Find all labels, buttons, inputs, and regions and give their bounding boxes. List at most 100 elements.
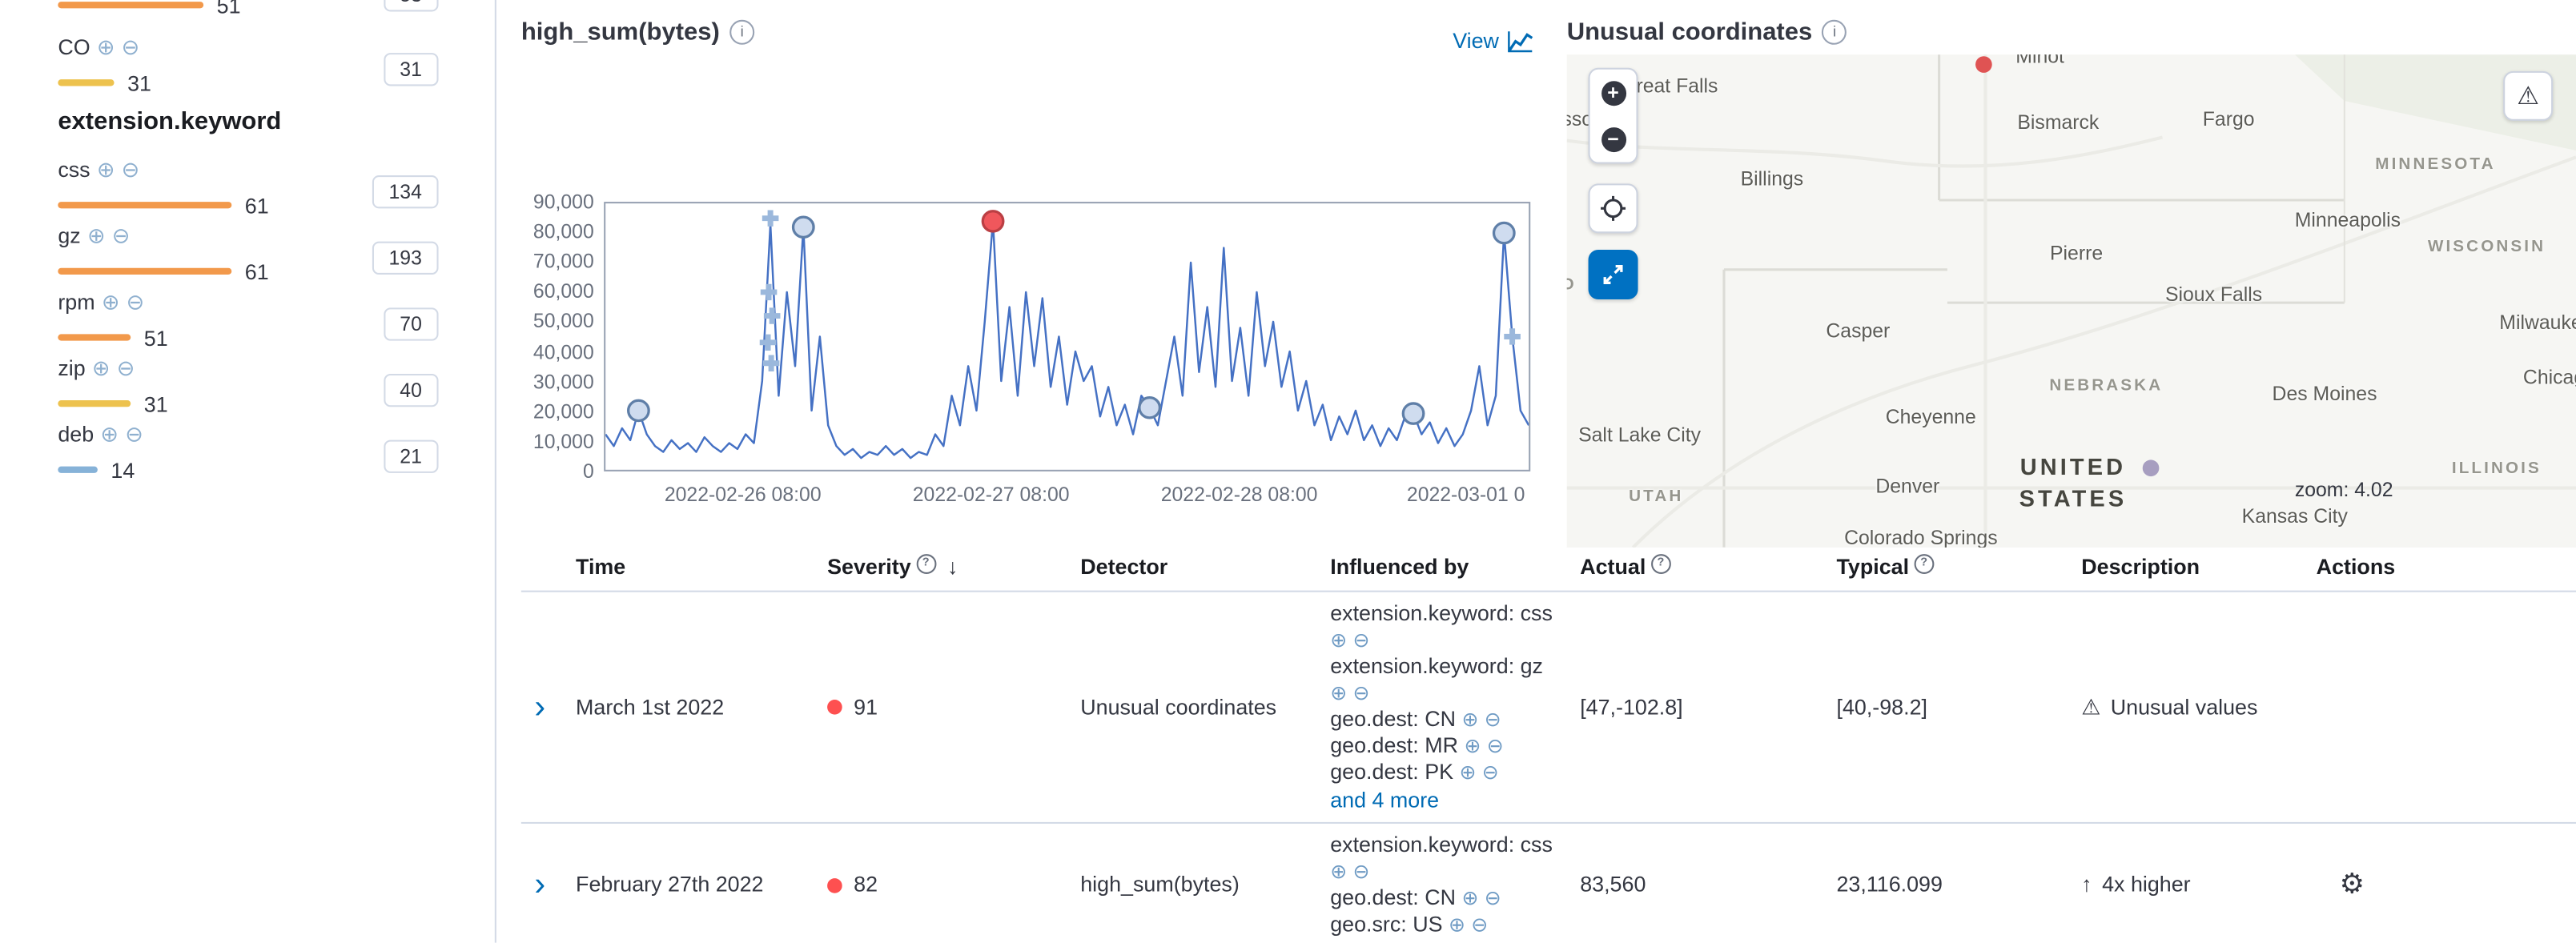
anomaly-timeseries-plot — [604, 202, 1530, 471]
add-filter-icon[interactable]: ⊕ — [1460, 760, 1477, 784]
influencer-row: deb⊕⊖1421 — [58, 420, 438, 481]
remove-filter-icon[interactable]: ⊖ — [1487, 734, 1504, 757]
doc-count-badge: 193 — [372, 242, 439, 275]
y-axis-label: 60,000 — [521, 280, 594, 303]
remove-filter-icon[interactable]: ⊖ — [127, 291, 145, 312]
multi-bucket-anomaly-marker — [1504, 328, 1521, 344]
actions-gear-button[interactable]: ⚙ — [2317, 868, 2365, 899]
warning-icon: ⚠ — [2081, 694, 2100, 720]
influencer-label: css — [58, 156, 90, 181]
map-label: Casper — [1826, 319, 1890, 343]
plus-in-circle-icon: + — [1601, 80, 1626, 105]
column-header-actual: Actual? — [1580, 554, 1836, 580]
influencer-label-row: rpm⊕⊖ — [58, 288, 438, 315]
influencer-text: geo.dest: CN — [1330, 706, 1461, 731]
remove-filter-icon[interactable]: ⊖ — [1353, 681, 1370, 704]
chart-title: high_sum(bytes) — [521, 18, 720, 46]
map-label: Bismarck — [2017, 110, 2099, 134]
influencer-score-bar — [58, 79, 114, 86]
description-cell: ⚠Unusual values — [2081, 694, 2316, 720]
add-filter-icon[interactable]: ⊕ — [1449, 913, 1465, 937]
doc-count-badge: 53 — [384, 0, 439, 11]
influencer-field-heading: extension.keyword — [58, 107, 438, 135]
doc-count-badge: 21 — [384, 440, 439, 473]
anomaly-explorer-page: 5153CO⊕⊖3131 extension.keyword css⊕⊖6113… — [0, 0, 2576, 943]
view-link[interactable]: View — [1453, 28, 1533, 53]
column-header-label: Description — [2081, 554, 2200, 580]
x-axis-label: 2022-02-26 08:00 — [665, 483, 822, 506]
info-icon[interactable]: i — [1822, 20, 1847, 45]
remove-filter-icon[interactable]: ⊖ — [122, 158, 140, 179]
column-header-label: Detector — [1080, 554, 1167, 580]
map-label: Des Moines — [2273, 382, 2377, 405]
remove-filter-icon[interactable]: ⊖ — [1485, 886, 1501, 909]
column-header-actions: Actions — [2317, 554, 2576, 580]
remove-filter-icon[interactable]: ⊖ — [1471, 913, 1488, 937]
map-label: Sioux Falls — [2165, 283, 2262, 306]
influencer-text: geo.dest: MR — [1330, 732, 1464, 757]
set-view-button[interactable] — [1589, 183, 1638, 233]
influencer-text: geo.src: US — [1330, 911, 1449, 936]
zoom-in-button[interactable]: + — [1590, 70, 1637, 116]
doc-count-badge: 70 — [384, 307, 439, 340]
add-filter-icon[interactable]: ⊕ — [1330, 628, 1347, 652]
help-icon[interactable]: ? — [916, 554, 936, 574]
influencer-score: 61 — [245, 259, 269, 283]
add-filter-icon[interactable]: ⊕ — [100, 423, 119, 444]
map-label: Cheyenne — [1886, 405, 1976, 428]
add-filter-icon[interactable]: ⊕ — [1330, 681, 1347, 704]
crosshair-icon — [1600, 195, 1626, 222]
table-row: ›February 27th 202282high_sum(bytes)exte… — [521, 824, 2576, 943]
map-warning-button[interactable]: ⚠ — [2503, 71, 2553, 121]
arrow-up-icon: ↑ — [2081, 872, 2092, 898]
influencer-label: CO — [58, 34, 90, 58]
remove-filter-icon[interactable]: ⊖ — [1485, 708, 1501, 731]
influencer-label: zip — [58, 355, 85, 379]
zoom-out-button[interactable]: − — [1590, 116, 1637, 163]
remove-filter-icon[interactable]: ⊖ — [1353, 628, 1370, 652]
add-filter-icon[interactable]: ⊕ — [1330, 860, 1347, 883]
remove-filter-icon[interactable]: ⊖ — [125, 423, 143, 444]
influencer-label: deb — [58, 421, 94, 446]
remove-filter-icon[interactable]: ⊖ — [122, 35, 140, 57]
help-icon[interactable]: ? — [1651, 554, 1671, 574]
add-filter-icon[interactable]: ⊕ — [97, 158, 115, 179]
expand-row-button[interactable]: › — [521, 696, 576, 719]
add-filter-icon[interactable]: ⊕ — [1464, 734, 1481, 757]
influencer-text: extension.keyword: gz — [1330, 653, 1543, 678]
info-icon[interactable]: i — [729, 20, 754, 45]
add-filter-icon[interactable]: ⊕ — [1461, 886, 1478, 909]
influencer-score-bar — [58, 202, 231, 208]
detector-cell: Unusual coordinates — [1080, 694, 1330, 720]
remove-filter-icon[interactable]: ⊖ — [1482, 760, 1499, 784]
influencer-filter: geo.dest: MR ⊕ ⊖ — [1330, 732, 1560, 759]
country-label: UNITED STATES — [2019, 451, 2128, 514]
column-header-influenced-by: Influenced by — [1330, 554, 1580, 580]
add-filter-icon[interactable]: ⊕ — [102, 291, 120, 312]
add-filter-icon[interactable]: ⊕ — [87, 224, 106, 246]
fit-to-data-button[interactable] — [1589, 250, 1638, 299]
influencer-row: zip⊕⊖3140 — [58, 354, 438, 415]
influencer-score-bar — [58, 334, 131, 340]
map-canvas[interactable]: MinotMissoulaGreat FallsBismarckFargoMIN… — [1567, 54, 2576, 548]
map-label: Denver — [1875, 475, 1939, 498]
expand-row-button[interactable]: › — [521, 873, 576, 897]
y-axis: 90,00080,00070,00060,00050,00040,00030,0… — [521, 202, 594, 471]
influencer-score-row: 31 — [58, 392, 438, 415]
column-header-severity[interactable]: Severity?↓ — [827, 554, 1080, 580]
help-icon[interactable]: ? — [1914, 554, 1934, 574]
map-label: Billings — [1741, 167, 1804, 191]
remove-filter-icon[interactable]: ⊖ — [112, 224, 131, 246]
add-filter-icon[interactable]: ⊕ — [92, 356, 111, 378]
add-filter-icon[interactable]: ⊕ — [1461, 708, 1478, 731]
remove-filter-icon[interactable]: ⊖ — [1353, 860, 1370, 883]
show-more-influencers-link[interactable]: and 4 more — [1330, 788, 1560, 814]
warning-anomaly-marker — [1494, 223, 1515, 243]
add-filter-icon[interactable]: ⊕ — [97, 35, 115, 57]
anomaly-chart-card: high_sum(bytes) i View 90,00080,00070,00… — [521, 0, 1567, 549]
influencer-score-bar — [58, 467, 98, 473]
table-header-row: TimeSeverity?↓DetectorInfluenced byActua… — [521, 551, 2576, 592]
column-header-detector: Detector — [1080, 554, 1330, 580]
influencer-text: extension.keyword: css — [1330, 600, 1553, 625]
remove-filter-icon[interactable]: ⊖ — [117, 356, 135, 378]
